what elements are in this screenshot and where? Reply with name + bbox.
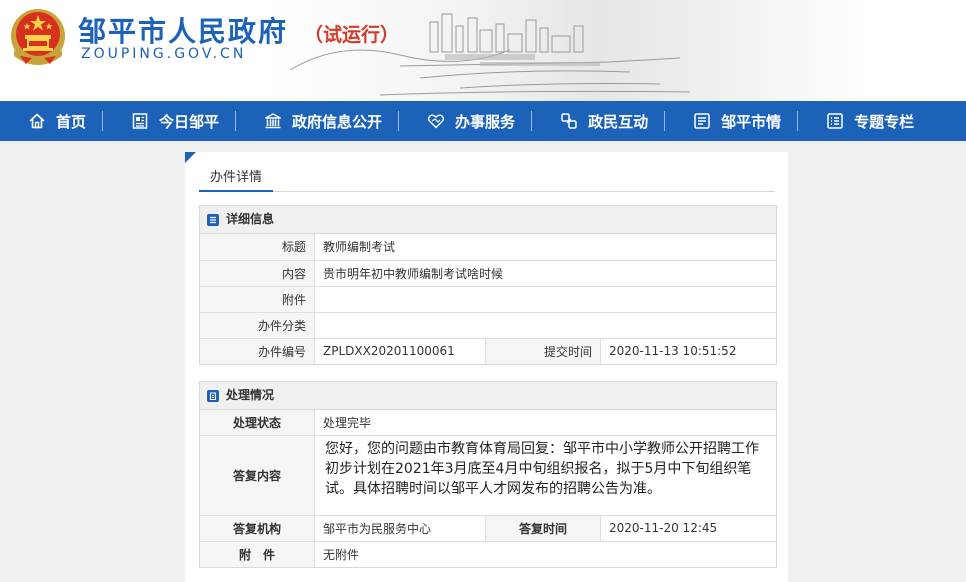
field-label: 答复内容 xyxy=(200,434,315,515)
table-row: 内容 贵市明年初中教师编制考试啥时候 xyxy=(200,259,776,286)
section-title: 处理情况 xyxy=(226,388,275,402)
table-row: 办件分类 xyxy=(200,311,776,338)
nav-label: 政民互动 xyxy=(588,112,649,131)
table-row: 办件编号 ZPLDXX20201100061 提交时间 2020-11-13 1… xyxy=(200,337,776,364)
table-row: 标题 教师编制考试 xyxy=(200,234,776,260)
table-row: 答复内容 您好，您的问题由市教育体育局回复：邹平市中小学教师公开招聘工作初步计划… xyxy=(200,434,776,515)
nav-item-services[interactable]: 办事服务 xyxy=(399,101,531,141)
reply-attachment-value: 无附件 xyxy=(314,540,776,567)
field-label: 标题 xyxy=(200,234,315,260)
field-label: 提交时间 xyxy=(485,337,601,364)
newspaper-icon xyxy=(132,113,148,129)
nav-item-today[interactable]: 今日邹平 xyxy=(103,101,235,141)
section-header: 处理情况 xyxy=(200,382,776,410)
main-nav: 首页 今日邹平 政府信息公开 办事服务 政民互动 邹平市情 专题专栏 xyxy=(0,101,966,141)
field-label: 内容 xyxy=(200,259,315,286)
handling-table: 处理状态 处理完毕 答复内容 您好，您的问题由市教育体育局回复：邹平市中小学教师… xyxy=(200,410,776,567)
field-label: 办件编号 xyxy=(200,337,315,364)
nav-label: 今日邹平 xyxy=(159,112,220,131)
field-label: 答复时间 xyxy=(485,514,601,541)
tab-bar: 办件详情 xyxy=(199,166,775,192)
tab-case-detail[interactable]: 办件详情 xyxy=(199,166,274,192)
detail-section: 详细信息 标题 教师编制考试 内容 贵市明年初中教师编制考试啥时候 附件 办件分… xyxy=(199,205,777,365)
attachment-value xyxy=(314,285,776,312)
nav-item-home[interactable]: 首页 xyxy=(0,101,102,141)
clipboard-icon xyxy=(207,389,219,402)
table-row: 附 件 无附件 xyxy=(200,540,776,567)
handling-section: 处理情况 处理状态 处理完毕 答复内容 您好，您的问题由市教育体育局回复：邹平市… xyxy=(199,381,777,568)
table-row: 答复机构 邹平市为民服务中心 答复时间 2020-11-20 12:45 xyxy=(200,514,776,541)
detail-panel: 办件详情 详细信息 标题 教师编制考试 内容 贵市明年初中教师编制考试啥时候 附… xyxy=(185,152,788,582)
section-header: 详细信息 xyxy=(200,206,776,234)
link-icon xyxy=(561,113,577,129)
submit-time-value: 2020-11-13 10:51:52 xyxy=(600,337,776,364)
document-icon xyxy=(694,113,710,129)
nav-item-interaction[interactable]: 政民互动 xyxy=(532,101,664,141)
nav-label: 政府信息公开 xyxy=(292,112,383,131)
content-value: 贵市明年初中教师编制考试啥时候 xyxy=(314,259,776,286)
category-value xyxy=(314,311,776,338)
title-value: 教师编制考试 xyxy=(314,234,776,260)
nav-label: 专题专栏 xyxy=(854,112,915,131)
nav-item-city-info[interactable]: 邹平市情 xyxy=(665,101,797,141)
field-label: 附件 xyxy=(200,285,315,312)
corner-accent xyxy=(185,152,196,163)
list-icon xyxy=(207,213,219,226)
reply-org-value: 邹平市为民服务中心 xyxy=(314,514,486,541)
list-icon xyxy=(827,113,843,129)
reply-time-value: 2020-11-20 12:45 xyxy=(600,514,776,541)
field-label: 处理状态 xyxy=(200,410,315,435)
status-value: 处理完毕 xyxy=(314,410,776,435)
table-row: 处理状态 处理完毕 xyxy=(200,410,776,435)
answer-content: 您好，您的问题由市教育体育局回复：邹平市中小学教师公开招聘工作初步计划在2021… xyxy=(325,440,759,497)
section-title: 详细信息 xyxy=(226,212,275,226)
nav-item-gov-info[interactable]: 政府信息公开 xyxy=(236,101,398,141)
site-domain: ZOUPING.GOV.CN xyxy=(81,46,247,62)
field-label: 附 件 xyxy=(200,540,315,567)
national-emblem-logo[interactable] xyxy=(8,6,68,68)
site-title[interactable]: 邹平市人民政府 xyxy=(78,10,288,50)
home-icon xyxy=(29,113,45,129)
answer-cell: 您好，您的问题由市教育体育局回复：邹平市中小学教师公开招聘工作初步计划在2021… xyxy=(314,434,776,515)
site-header: 邹平市人民政府 （试运行） ZOUPING.GOV.CN xyxy=(0,0,966,101)
table-row: 附件 xyxy=(200,285,776,312)
handshake-heart-icon xyxy=(427,114,445,129)
nav-label: 办事服务 xyxy=(455,112,516,131)
nav-label: 首页 xyxy=(56,112,87,131)
field-label: 答复机构 xyxy=(200,514,315,541)
case-number-value: ZPLDXX20201100061 xyxy=(314,337,486,364)
field-label: 办件分类 xyxy=(200,311,315,338)
nav-label: 邹平市情 xyxy=(721,112,782,131)
nav-item-topics[interactable]: 专题专栏 xyxy=(798,101,930,141)
city-skyline-illustration xyxy=(289,13,691,96)
detail-table: 标题 教师编制考试 内容 贵市明年初中教师编制考试啥时候 附件 办件分类 办件编… xyxy=(200,234,776,364)
government-building-icon xyxy=(265,113,281,129)
